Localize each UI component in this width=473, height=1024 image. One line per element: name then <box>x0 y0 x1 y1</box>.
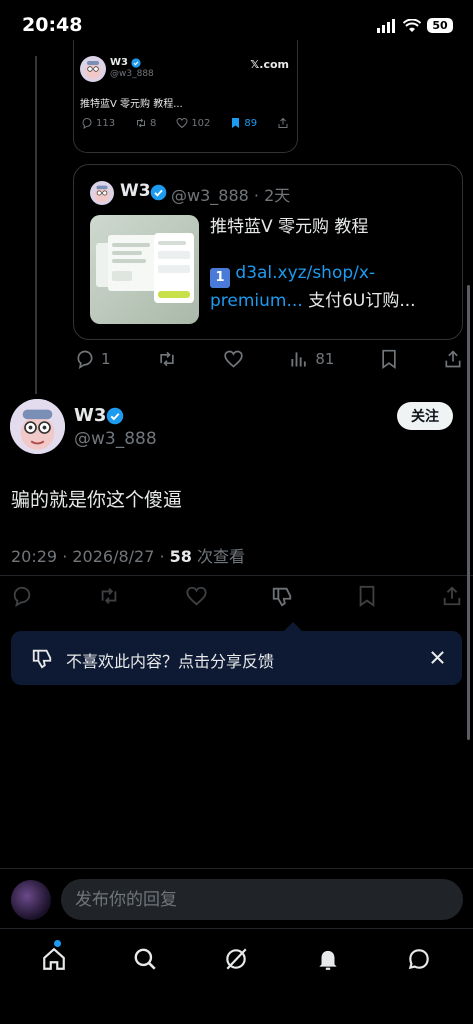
views-button[interactable]: 81 <box>289 349 334 369</box>
embed-handle: @w3_888 <box>110 69 154 79</box>
quoted-thumbnail[interactable] <box>90 215 199 324</box>
embed-likes: 102 <box>176 117 210 129</box>
user-avatar <box>11 880 51 920</box>
author-handle[interactable]: @w3_888 <box>74 429 157 449</box>
retweet-button[interactable] <box>97 585 121 607</box>
retweet-icon <box>156 349 178 369</box>
embed-name-row: W3 <box>110 57 141 68</box>
tweet-view-count: 58 <box>169 547 192 566</box>
embed-name: W3 <box>110 57 128 68</box>
embed-retweets: 8 <box>135 117 156 129</box>
notification-dot <box>54 940 61 947</box>
like-button[interactable] <box>185 585 208 607</box>
tweet-text: 骗的就是你这个傻逼 <box>11 489 183 511</box>
embed-avatar <box>80 56 106 82</box>
quoted-tweet[interactable]: W3 @w3_888 · 2天 推特蓝V 零元购 教程 1 d3al.xyz/s… <box>73 164 463 340</box>
message-icon[interactable] <box>406 946 432 972</box>
tweet-actions: 1 81 <box>75 349 463 369</box>
reply-button[interactable] <box>11 585 33 607</box>
like-icon <box>223 349 244 369</box>
scrollbar[interactable] <box>467 285 470 740</box>
verified-icon <box>131 57 141 68</box>
views-count: 81 <box>315 350 335 368</box>
reply-input[interactable] <box>61 879 463 920</box>
retweet-icon <box>135 117 147 129</box>
views-icon <box>289 349 309 369</box>
embed-actions: 113 8 102 89 <box>81 117 289 129</box>
reply-count: 1 <box>101 350 111 368</box>
quoted-title: 推特蓝V 零元购 教程 <box>210 217 369 237</box>
author-avatar[interactable] <box>10 399 65 454</box>
quoted-avatar <box>90 181 114 205</box>
share-icon <box>443 349 463 369</box>
reply-icon <box>75 349 95 369</box>
embed-text: 推特蓝V 零元购 教程... <box>80 99 183 110</box>
dislike-icon <box>31 647 53 669</box>
search-icon[interactable] <box>132 946 158 972</box>
status-icons: 50 <box>377 18 453 33</box>
follow-button[interactable]: 关注 <box>397 402 453 430</box>
embed-bookmarks: 89 <box>230 117 257 129</box>
quoted-name: W3 <box>120 181 151 201</box>
quoted-body: 1 d3al.xyz/shop/x-premium... 支付6U订购... <box>210 260 450 315</box>
share-icon <box>277 117 289 129</box>
embed-site: 𝕏.com <box>250 58 289 71</box>
close-icon[interactable] <box>430 650 445 665</box>
share-button[interactable] <box>443 349 463 369</box>
dislike-button[interactable] <box>271 585 293 607</box>
reply-separator <box>0 868 473 869</box>
like-button[interactable] <box>223 349 244 369</box>
reply-icon <box>81 117 93 129</box>
bookmark-icon <box>230 117 241 129</box>
number-badge: 1 <box>210 268 230 288</box>
feedback-banner[interactable]: 不喜欢此内容？点击分享反馈 <box>11 631 462 685</box>
share-button[interactable] <box>441 585 463 607</box>
retweet-button[interactable] <box>156 349 178 369</box>
home-icon[interactable] <box>41 946 67 972</box>
signal-icon <box>377 18 397 33</box>
feedback-text: 不喜欢此内容？点击分享反馈 <box>66 652 275 671</box>
grok-icon[interactable] <box>223 946 249 972</box>
verified-icon <box>150 184 167 201</box>
reply-button[interactable]: 1 <box>75 349 111 369</box>
battery-indicator: 50 <box>427 18 453 33</box>
wifi-icon <box>403 18 421 33</box>
status-time: 20:48 <box>22 14 83 36</box>
verified-icon <box>106 407 124 425</box>
embed-replies: 113 <box>81 117 115 129</box>
embedded-screenshot-card[interactable]: W3 @w3_888 𝕏.com 推特蓝V 零元购 教程... 113 8 10… <box>73 40 298 153</box>
bookmark-button[interactable] <box>357 585 377 607</box>
tweet-meta: 20:29 · 2026/8/27 · 58 次查看 <box>11 543 245 567</box>
like-icon <box>176 117 188 129</box>
thread-line <box>35 56 37 394</box>
main-tweet-actions <box>11 585 463 607</box>
bell-icon[interactable] <box>315 946 341 972</box>
bookmark-icon <box>380 349 398 369</box>
bottom-nav <box>0 929 473 989</box>
tweet-timestamp: 20:29 · 2026/8/27 · <box>11 547 170 566</box>
quoted-trailing-text: 支付6U订购... <box>302 291 416 311</box>
feedback-caret <box>284 622 302 631</box>
divider <box>0 575 473 576</box>
quoted-handle: @w3_888 · 2天 <box>171 186 291 205</box>
tweet-view-suffix: 次查看 <box>191 547 246 566</box>
bookmark-button[interactable] <box>380 349 398 369</box>
author-name[interactable]: W3 <box>74 405 106 426</box>
